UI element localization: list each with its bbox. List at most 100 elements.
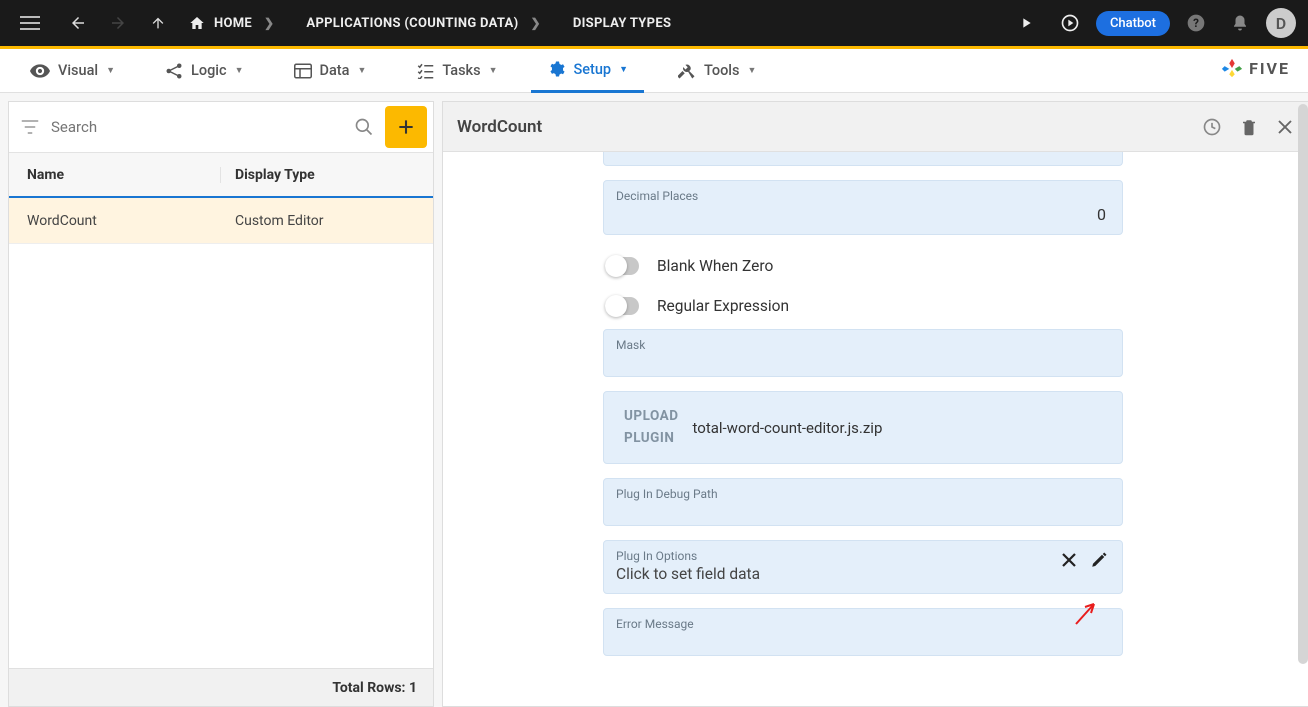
tab-tasks[interactable]: Tasks ▼ bbox=[400, 49, 513, 93]
regex-toggle[interactable] bbox=[605, 297, 639, 315]
list-row[interactable]: WordCount Custom Editor bbox=[9, 198, 433, 244]
tab-visual[interactable]: Visual ▼ bbox=[14, 49, 131, 93]
right-panel-body[interactable]: Decimal Places 0 Blank When Zero Regular… bbox=[443, 152, 1308, 706]
header-name[interactable]: Name bbox=[9, 167, 221, 183]
gear-icon bbox=[547, 60, 565, 78]
brand-logo: FIVE bbox=[1221, 57, 1290, 79]
regex-label: Regular Expression bbox=[657, 297, 789, 315]
plugin-options-label: Plug In Options bbox=[616, 549, 1060, 563]
row-type: Custom Editor bbox=[221, 213, 433, 229]
tab-tasks-label: Tasks bbox=[442, 62, 480, 79]
home-icon bbox=[188, 15, 206, 31]
secondary-tabs: Visual ▼ Logic ▼ Data ▼ Tasks ▼ Setup ▼ Tools… bbox=[0, 49, 1308, 93]
history-icon[interactable] bbox=[1202, 117, 1222, 137]
svg-text:?: ? bbox=[1193, 16, 1199, 30]
avatar[interactable]: D bbox=[1266, 8, 1296, 38]
chatbot-button[interactable]: Chatbot bbox=[1096, 11, 1170, 36]
dropdown-icon: ▼ bbox=[106, 65, 115, 76]
play-icon[interactable] bbox=[1008, 5, 1044, 41]
blank-when-zero-row: Blank When Zero bbox=[605, 257, 1123, 275]
page-title: WordCount bbox=[457, 117, 542, 137]
breadcrumb-home-label: HOME bbox=[214, 16, 252, 31]
plugin-options-value: Click to set field data bbox=[616, 565, 1060, 583]
edit-options-icon[interactable] bbox=[1090, 551, 1110, 571]
tab-setup[interactable]: Setup ▼ bbox=[531, 49, 644, 93]
tab-data-label: Data bbox=[320, 62, 350, 79]
list-footer: Total Rows: 1 bbox=[9, 668, 433, 706]
upload-label-line1: UPLOAD bbox=[624, 406, 679, 428]
bell-icon[interactable] bbox=[1222, 5, 1258, 41]
share-icon bbox=[165, 62, 183, 80]
topbar-left: HOME ❯ APPLICATIONS (COUNTING DATA) ❯ DI… bbox=[12, 5, 679, 41]
dropdown-icon: ▼ bbox=[747, 65, 756, 76]
mask-field[interactable]: Mask bbox=[603, 329, 1123, 377]
search-row bbox=[9, 102, 433, 152]
dropdown-icon: ▼ bbox=[489, 65, 498, 76]
decimal-places-field[interactable]: Decimal Places 0 bbox=[603, 180, 1123, 235]
plugin-debug-path-field[interactable]: Plug In Debug Path bbox=[603, 478, 1123, 526]
dropdown-icon: ▼ bbox=[357, 65, 366, 76]
checklist-icon bbox=[416, 63, 434, 79]
chevron-right-icon: ❯ bbox=[264, 16, 274, 30]
scrollbar[interactable] bbox=[1298, 104, 1308, 664]
right-panel-header: WordCount bbox=[443, 102, 1308, 152]
plugin-options-actions bbox=[1060, 549, 1110, 571]
forward-icon bbox=[100, 5, 136, 41]
blank-when-zero-label: Blank When Zero bbox=[657, 257, 773, 275]
tools-icon bbox=[678, 62, 696, 80]
blank-when-zero-toggle[interactable] bbox=[605, 257, 639, 275]
decimal-places-label: Decimal Places bbox=[616, 189, 1110, 203]
breadcrumb-display-types-label: DISPLAY TYPES bbox=[573, 16, 671, 31]
decimal-places-value: 0 bbox=[616, 205, 1110, 224]
upload-plugin-filename: total-word-count-editor.js.zip bbox=[693, 419, 883, 437]
tab-visual-label: Visual bbox=[58, 62, 98, 79]
breadcrumb-display-types[interactable]: DISPLAY TYPES bbox=[565, 5, 679, 41]
left-panel: Name Display Type WordCount Custom Edito… bbox=[8, 101, 434, 707]
run-debug-icon[interactable] bbox=[1052, 5, 1088, 41]
chevron-right-icon: ❯ bbox=[530, 16, 540, 30]
dropdown-icon: ▼ bbox=[619, 64, 628, 75]
back-icon[interactable] bbox=[60, 5, 96, 41]
brand-text: FIVE bbox=[1249, 59, 1290, 78]
tab-logic-label: Logic bbox=[191, 62, 227, 79]
row-name: WordCount bbox=[9, 213, 221, 229]
dropdown-icon: ▼ bbox=[235, 65, 244, 76]
filter-icon[interactable] bbox=[9, 120, 51, 134]
tab-setup-label: Setup bbox=[573, 61, 611, 78]
close-icon[interactable] bbox=[1276, 117, 1294, 137]
clear-options-icon[interactable] bbox=[1060, 551, 1080, 571]
upload-plugin-field[interactable]: UPLOAD PLUGIN total-word-count-editor.js… bbox=[603, 391, 1123, 464]
list-header: Name Display Type bbox=[9, 152, 433, 198]
mask-label: Mask bbox=[616, 338, 1110, 352]
total-rows-label: Total Rows: 1 bbox=[332, 680, 417, 696]
breadcrumb-applications-label: APPLICATIONS (COUNTING DATA) bbox=[306, 16, 518, 31]
work-area: Name Display Type WordCount Custom Edito… bbox=[0, 93, 1308, 707]
header-display-type[interactable]: Display Type bbox=[221, 167, 433, 183]
field-wrapper: Decimal Places 0 Blank When Zero Regular… bbox=[603, 152, 1123, 656]
top-bar: HOME ❯ APPLICATIONS (COUNTING DATA) ❯ DI… bbox=[0, 0, 1308, 46]
truncated-field-top bbox=[603, 152, 1123, 166]
tab-tools[interactable]: Tools ▼ bbox=[662, 49, 772, 93]
add-button[interactable] bbox=[385, 106, 427, 148]
upload-label-line2: PLUGIN bbox=[624, 428, 679, 450]
search-input[interactable] bbox=[51, 118, 343, 136]
plugin-options-field[interactable]: Plug In Options Click to set field data bbox=[603, 540, 1123, 594]
help-icon[interactable]: ? bbox=[1178, 5, 1214, 41]
upload-plugin-label: UPLOAD PLUGIN bbox=[624, 406, 679, 449]
tab-logic[interactable]: Logic ▼ bbox=[149, 49, 259, 93]
plugin-debug-path-label: Plug In Debug Path bbox=[616, 487, 1110, 501]
right-panel: WordCount Decimal Places 0 Blank When Ze… bbox=[442, 101, 1308, 707]
delete-icon[interactable] bbox=[1240, 117, 1258, 137]
error-message-label: Error Message bbox=[616, 617, 1110, 631]
regex-row: Regular Expression bbox=[605, 297, 1123, 315]
breadcrumb-home[interactable]: HOME ❯ bbox=[180, 5, 294, 41]
tab-data[interactable]: Data ▼ bbox=[278, 49, 383, 93]
up-icon[interactable] bbox=[140, 5, 176, 41]
breadcrumb-applications[interactable]: APPLICATIONS (COUNTING DATA) ❯ bbox=[298, 5, 560, 41]
hamburger-icon[interactable] bbox=[12, 5, 48, 41]
eye-icon bbox=[30, 64, 50, 78]
tab-tools-label: Tools bbox=[704, 62, 739, 79]
search-icon[interactable] bbox=[343, 117, 385, 137]
error-message-field[interactable]: Error Message bbox=[603, 608, 1123, 656]
right-panel-actions bbox=[1202, 117, 1294, 137]
